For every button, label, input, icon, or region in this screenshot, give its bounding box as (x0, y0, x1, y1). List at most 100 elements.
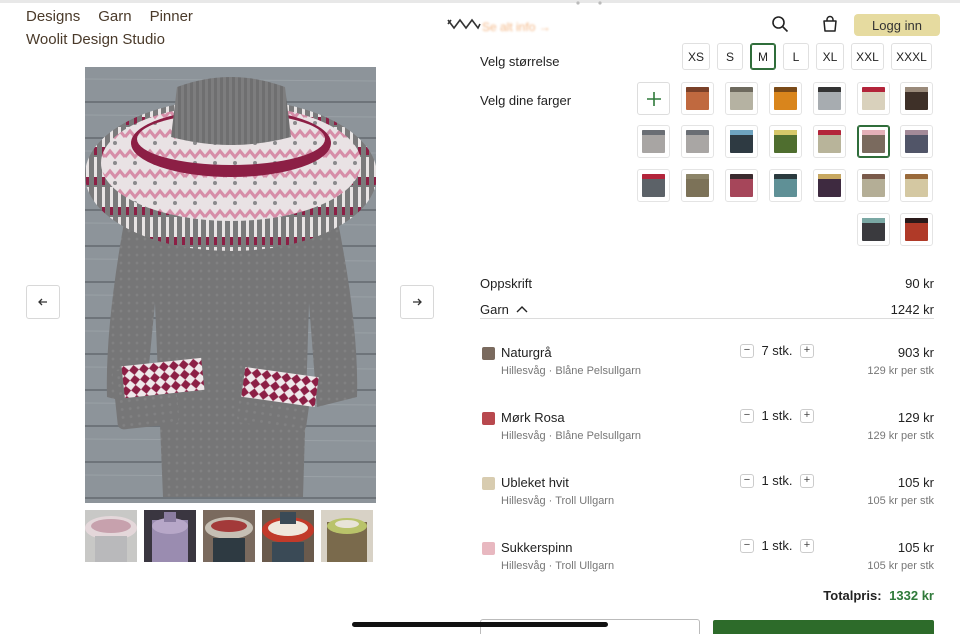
color-option-1[interactable] (681, 82, 714, 115)
color-swatch (730, 87, 753, 110)
size-option-l[interactable]: L (783, 43, 809, 70)
color-swatch (905, 218, 928, 241)
pattern-price-row: Oppskrift 90 kr (480, 276, 934, 291)
nav-designs[interactable]: Designs (26, 8, 80, 25)
color-option-13[interactable] (900, 125, 933, 158)
color-swatch-accent (774, 87, 797, 92)
color-swatch (818, 87, 841, 110)
search-icon[interactable] (771, 15, 789, 33)
color-option-20[interactable] (900, 169, 933, 202)
thumbnail-1[interactable] (85, 510, 137, 562)
size-option-xxxl[interactable]: XXXL (891, 43, 932, 70)
increase-quantity-button[interactable]: + (800, 473, 814, 488)
nav-pinner[interactable]: Pinner (150, 8, 193, 25)
colors-label: Velg dine farger (480, 93, 572, 108)
yarn-color-swatch (482, 542, 495, 555)
color-swatch (686, 130, 709, 153)
yarn-price-row[interactable]: Garn 1242 kr (480, 302, 934, 317)
color-swatch-accent (905, 174, 928, 179)
color-swatch-accent (730, 174, 753, 179)
add-color-button[interactable] (637, 82, 670, 115)
decrease-quantity-button[interactable]: − (740, 343, 754, 358)
color-swatch-accent (730, 87, 753, 92)
color-option-11[interactable] (813, 125, 846, 158)
decrease-quantity-button[interactable]: − (740, 408, 754, 423)
total-label: Totalpris: (823, 588, 882, 603)
color-option-17[interactable] (769, 169, 802, 202)
color-option-9[interactable] (725, 125, 758, 158)
color-option-2[interactable] (725, 82, 758, 115)
color-swatch (642, 130, 665, 153)
yarn-source: Hillesvåg · Blåne Pelsullgarn (501, 365, 642, 377)
nav-garn[interactable]: Garn (98, 8, 131, 25)
shopping-bag-icon[interactable] (821, 15, 839, 33)
color-option-19[interactable] (857, 169, 890, 202)
increase-quantity-button[interactable]: + (800, 343, 814, 358)
pattern-label: Oppskrift (480, 276, 533, 291)
decrease-quantity-button[interactable]: − (740, 473, 754, 488)
increase-quantity-button[interactable]: + (800, 408, 814, 423)
yarn-price: 1242 kr (890, 302, 934, 317)
woolit-logo-icon[interactable] (447, 14, 481, 34)
color-swatch-accent (862, 174, 885, 179)
size-option-xxl[interactable]: XXL (851, 43, 884, 70)
size-option-xs[interactable]: XS (682, 43, 710, 70)
color-swatch (862, 130, 885, 153)
arrow-right-icon (413, 298, 422, 306)
color-swatch (730, 174, 753, 197)
color-swatch-accent (862, 218, 885, 223)
yarn-source: Hillesvåg · Troll Ullgarn (501, 560, 615, 572)
size-option-m[interactable]: M (750, 43, 776, 70)
yarn-divider (480, 318, 934, 319)
login-button[interactable]: Logg inn (854, 14, 940, 36)
color-option-6[interactable] (900, 82, 933, 115)
color-option-21[interactable] (857, 213, 890, 246)
yarn-item-mork-rosa: Mørk Rosa Hillesvåg · Blåne Pelsullgarn … (482, 408, 934, 460)
color-option-10[interactable] (769, 125, 802, 158)
pattern-price: 90 kr (905, 276, 934, 291)
yarn-line-price: 105 kr (897, 540, 934, 555)
decrease-quantity-button[interactable]: − (740, 538, 754, 553)
size-option-xl[interactable]: XL (816, 43, 844, 70)
color-swatch (774, 87, 797, 110)
color-swatch (642, 174, 665, 197)
yarn-toggle-label[interactable]: Garn (480, 302, 509, 317)
color-option-14[interactable] (637, 169, 670, 202)
main-nav: Designs Garn Pinner (26, 8, 193, 25)
color-option-16[interactable] (725, 169, 758, 202)
color-swatch-accent (774, 130, 797, 135)
color-option-15[interactable] (681, 169, 714, 202)
color-swatch (905, 174, 928, 197)
color-swatch (686, 87, 709, 110)
color-option-22[interactable] (900, 213, 933, 246)
color-option-3[interactable] (769, 82, 802, 115)
thumbnail-3[interactable] (203, 510, 255, 562)
increase-quantity-button[interactable]: + (800, 538, 814, 553)
color-swatch-accent (862, 87, 885, 92)
next-image-button[interactable] (400, 285, 434, 319)
previous-image-button[interactable] (26, 285, 60, 319)
color-swatch-accent (818, 87, 841, 92)
color-swatch (774, 174, 797, 197)
thumbnail-5[interactable] (321, 510, 373, 562)
designer-name[interactable]: Woolit Design Studio (26, 31, 165, 48)
thumbnail-2[interactable] (144, 510, 196, 562)
color-option-5[interactable] (857, 82, 890, 115)
color-option-8[interactable] (681, 125, 714, 158)
yarn-unit-price: 105 kr per stk (867, 560, 934, 572)
primary-action-button[interactable] (713, 620, 934, 634)
yarn-name: Sukkerspinn (501, 540, 573, 555)
sweater-illustration (85, 67, 376, 503)
chevron-up-icon[interactable] (516, 305, 528, 313)
color-swatch (818, 174, 841, 197)
yarn-color-swatch (482, 477, 495, 490)
quantity-stepper: − 1 stk. + (740, 538, 814, 553)
thumbnail-4[interactable] (262, 510, 314, 562)
color-option-7[interactable] (637, 125, 670, 158)
color-option-4[interactable] (813, 82, 846, 115)
color-option-12[interactable] (857, 125, 890, 158)
color-swatch (862, 87, 885, 110)
size-option-s[interactable]: S (717, 43, 743, 70)
color-option-18[interactable] (813, 169, 846, 202)
color-swatch-accent (905, 87, 928, 92)
